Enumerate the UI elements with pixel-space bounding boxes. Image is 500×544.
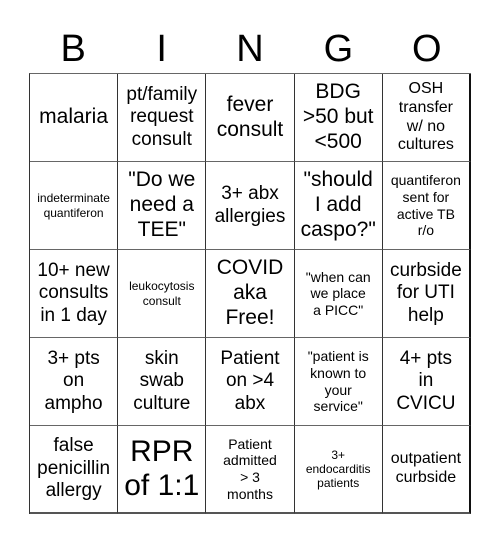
bingo-cell[interactable]: OSH transfer w/ no cultures xyxy=(382,74,471,162)
bingo-cell[interactable]: quantiferon sent for active TB r/o xyxy=(382,162,471,250)
bingo-cell[interactable]: 10+ new consults in 1 day xyxy=(30,250,119,338)
bingo-cell[interactable]: "Do we need a TEE" xyxy=(118,162,207,250)
bingo-cell[interactable]: "should I add caspo?" xyxy=(294,162,383,250)
bingo-cell[interactable]: skin swab culture xyxy=(118,338,207,426)
header-letter-g: G xyxy=(323,28,354,70)
bingo-cell[interactable]: Patient admitted > 3 months xyxy=(206,426,295,514)
bingo-header: B I N G O xyxy=(29,26,471,72)
bingo-cell[interactable]: pt/family request consult xyxy=(118,74,207,162)
bingo-cell[interactable]: RPR of 1:1 xyxy=(118,426,207,514)
bingo-cell[interactable]: outpatient curbside xyxy=(382,426,471,514)
bingo-cell[interactable]: curbside for UTI help xyxy=(382,250,471,338)
bingo-cell[interactable]: false penicillin allergy xyxy=(30,426,119,514)
bingo-cell[interactable]: 3+ abx allergies xyxy=(206,162,295,250)
bingo-cell[interactable]: indeterminate quantiferon xyxy=(30,162,119,250)
bingo-cell[interactable]: malaria xyxy=(30,74,119,162)
bingo-grid: malaria pt/family request consult fever co… xyxy=(29,73,471,514)
bingo-cell[interactable]: COVID aka Free! xyxy=(206,250,295,338)
bingo-cell[interactable]: 3+ endocarditis patients xyxy=(294,426,383,514)
header-letter-b: B xyxy=(60,28,86,70)
header-letter-n: N xyxy=(236,28,264,70)
bingo-cell[interactable]: "patient is known to your service" xyxy=(294,338,383,426)
bingo-cell[interactable]: BDG >50 but <500 xyxy=(294,74,383,162)
bingo-cell[interactable]: 4+ pts in CVICU xyxy=(382,338,471,426)
bingo-cell[interactable]: 3+ pts on ampho xyxy=(30,338,119,426)
bingo-cell[interactable]: fever consult xyxy=(206,74,295,162)
header-letter-i: I xyxy=(156,28,167,70)
bingo-cell[interactable]: "when can we place a PICC" xyxy=(294,250,383,338)
header-letter-o: O xyxy=(412,28,442,70)
bingo-cell[interactable]: Patient on >4 abx xyxy=(206,338,295,426)
bingo-cell[interactable]: leukocytosis consult xyxy=(118,250,207,338)
